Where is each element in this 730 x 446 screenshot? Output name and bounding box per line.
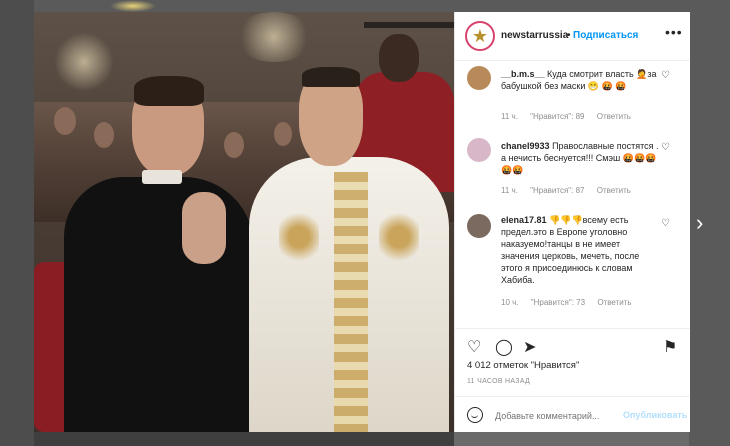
follow-button[interactable]: Подписаться xyxy=(573,30,638,41)
post-side-panel: ★ newstarrussia • Подписаться ••• __b.m.… xyxy=(454,12,690,432)
post-header: ★ newstarrussia • Подписаться ••• xyxy=(455,12,690,61)
comment-time[interactable]: 10 ч. xyxy=(501,298,519,307)
comment-input[interactable] xyxy=(493,405,627,427)
post-photo[interactable] xyxy=(34,12,454,432)
modal-backdrop[interactable] xyxy=(0,0,34,446)
separator-dot: • xyxy=(567,30,571,41)
comment-time[interactable]: 11 ч. xyxy=(501,112,518,121)
white-robe-figure-hair xyxy=(302,67,360,87)
comment-username[interactable]: chanel9933 xyxy=(501,141,550,151)
stage-truss xyxy=(364,22,454,28)
heart-icon[interactable]: ♡ xyxy=(661,142,670,153)
add-comment-bar: Опубликовать xyxy=(455,396,690,433)
reply-button[interactable]: Ответить xyxy=(597,112,631,121)
stage-light xyxy=(54,32,114,92)
priest-hand xyxy=(182,192,226,264)
background-star-glow xyxy=(110,0,156,12)
next-post-preview xyxy=(454,432,689,446)
more-options-icon[interactable]: ••• xyxy=(665,24,683,40)
robe-embroidery xyxy=(379,202,419,272)
robe-embroidery xyxy=(334,172,368,432)
red-robe-figure-head xyxy=(379,34,419,82)
account-avatar[interactable]: ★ xyxy=(465,21,495,51)
crowd-person xyxy=(224,132,244,158)
post-timestamp[interactable]: 11 ЧАСОВ НАЗАД xyxy=(467,378,530,385)
emoji-smile-icon[interactable] xyxy=(467,407,483,423)
comments-list[interactable]: __b.m.s__ Куда смотрит власть 🤦за бабушк… xyxy=(455,60,690,328)
comment-meta: 11 ч. "Нравится": 89 Ответить xyxy=(501,112,641,121)
comment-likes[interactable]: "Нравится": 89 xyxy=(530,112,584,121)
heart-icon[interactable]: ♡ xyxy=(661,218,670,229)
priest-collar xyxy=(142,170,182,184)
comment-body: chanel9933 Православные постятся . а неч… xyxy=(501,140,661,176)
comment-body: elena17.81 👎👎👎всему есть предел.это в Ев… xyxy=(501,214,661,286)
bookmark-icon[interactable]: ⚑ xyxy=(663,337,677,357)
reply-button[interactable]: Ответить xyxy=(597,298,631,307)
share-send-icon[interactable]: ➤ xyxy=(523,337,536,357)
comment-bubble-icon[interactable]: ◯ xyxy=(495,337,513,357)
commenter-avatar[interactable] xyxy=(467,214,491,238)
next-post-preview xyxy=(34,432,454,446)
reply-button[interactable]: Ответить xyxy=(597,186,631,195)
robe-embroidery xyxy=(279,202,319,272)
comment-username[interactable]: elena17.81 xyxy=(501,215,547,225)
comment-likes[interactable]: "Нравится": 73 xyxy=(531,298,585,307)
comment-meta: 11 ч. "Нравится": 87 Ответить xyxy=(501,186,641,195)
next-post-arrow-icon[interactable]: › xyxy=(696,210,703,236)
commenter-avatar[interactable] xyxy=(467,138,491,162)
comment-username[interactable]: __b.m.s__ xyxy=(501,69,545,79)
crowd-person xyxy=(94,122,114,148)
like-heart-icon[interactable]: ♡ xyxy=(467,337,481,357)
crowd-person xyxy=(54,107,76,135)
comment-likes[interactable]: "Нравится": 87 xyxy=(530,186,584,195)
comment-text: 👎👎👎всему есть предел.это в Европе уголов… xyxy=(501,215,640,285)
star-logo-icon: ★ xyxy=(471,26,489,46)
heart-icon[interactable]: ♡ xyxy=(661,70,670,81)
commenter-avatar[interactable] xyxy=(467,66,491,90)
comment-body: __b.m.s__ Куда смотрит власть 🤦за бабушк… xyxy=(501,68,661,92)
account-username[interactable]: newstarrussia xyxy=(501,30,568,41)
post-actions-bar: ♡ ◯ ➤ ⚑ xyxy=(455,328,690,359)
priest-hair xyxy=(134,76,204,106)
likes-count[interactable]: 4 012 отметок "Нравится" xyxy=(467,360,579,371)
crowd-person xyxy=(274,122,292,146)
stage-light xyxy=(234,12,314,62)
comment-time[interactable]: 11 ч. xyxy=(501,186,518,195)
comment-meta: 10 ч. "Нравится": 73 Ответить xyxy=(501,298,642,307)
publish-button[interactable]: Опубликовать xyxy=(623,410,687,420)
